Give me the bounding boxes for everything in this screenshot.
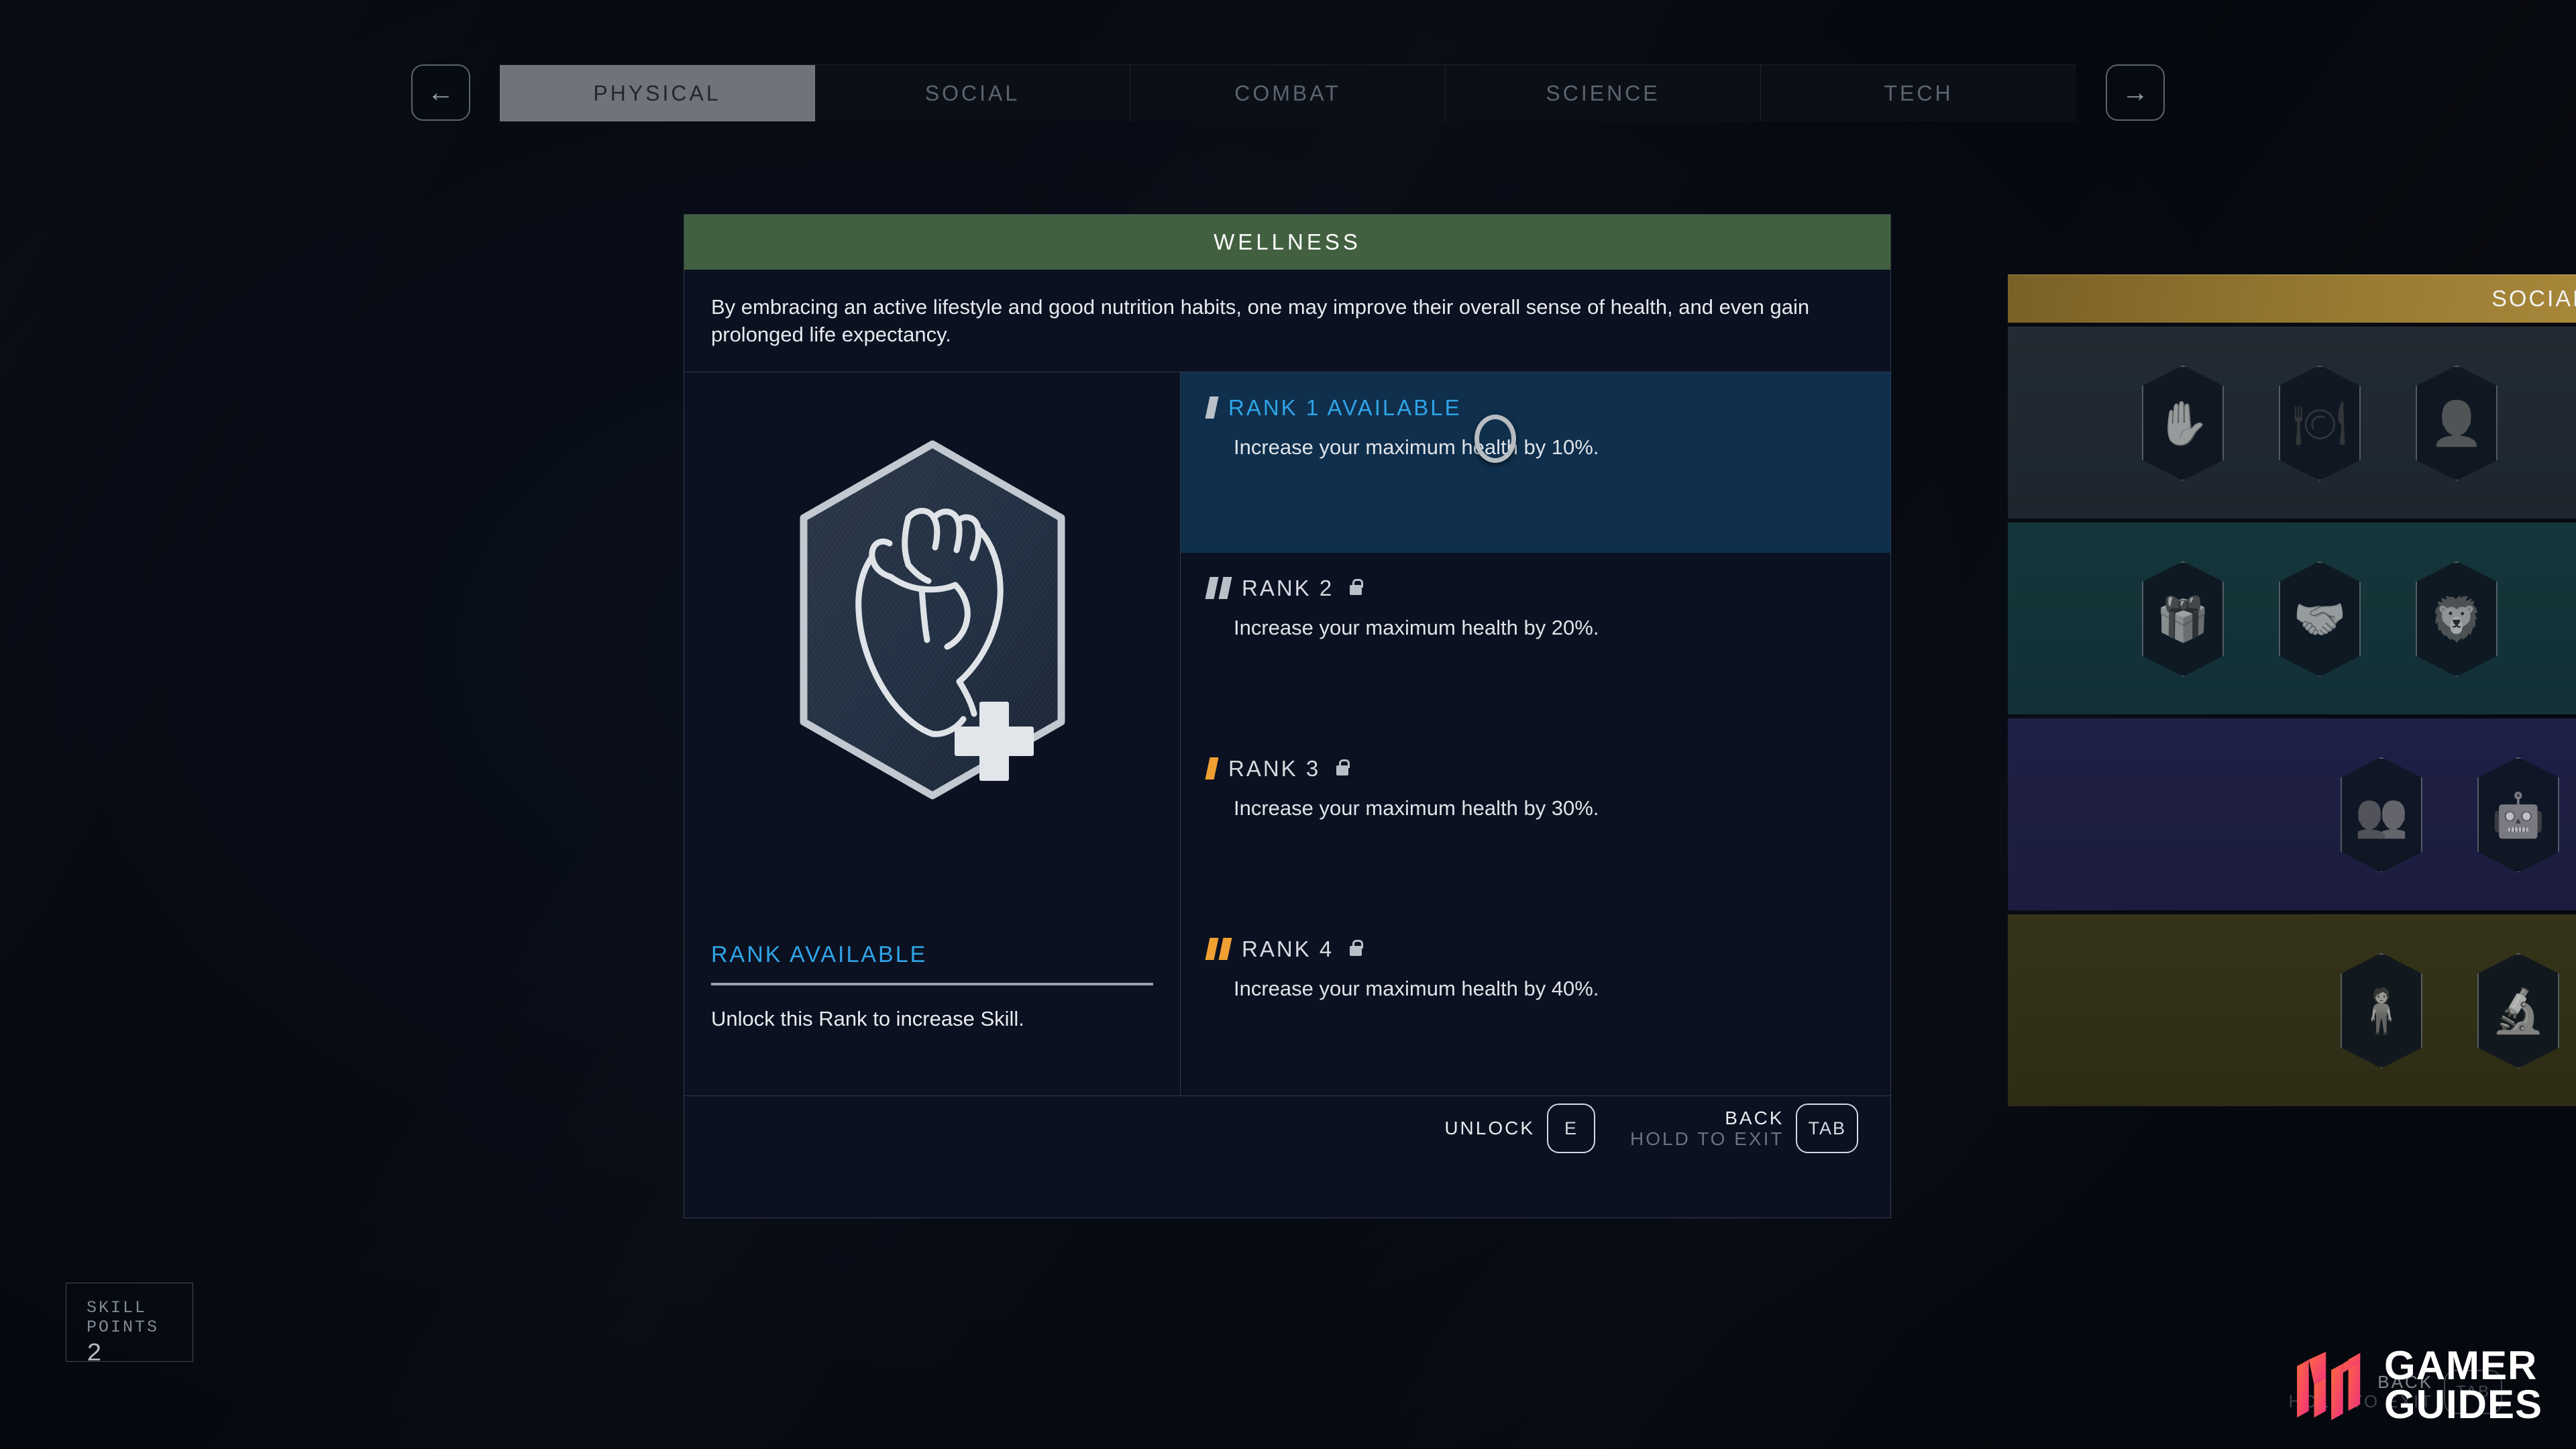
rank-label: RANK 1 AVAILABLE [1228,394,1462,420]
rank-description: Increase your maximum health by 10%. [1234,435,1599,459]
gamer-guides-watermark: GAMER GUIDES [2294,1322,2576,1449]
tab-science[interactable]: SCIENCE [1446,65,1761,121]
back-hint[interactable]: BACK HOLD TO EXIT TAB [1630,1104,1858,1154]
skill-description: By embracing an active lifestyle and goo… [684,270,1890,372]
next-category-glyph: → [2122,78,2149,107]
rank-description: Increase your maximum health by 30%. [1234,796,1599,820]
arrow-left-icon[interactable]: ← [411,64,470,121]
rank-header: RANK 4 [1205,936,1864,962]
rank-label: RANK 2 [1242,575,1334,600]
crowd-leader-icon[interactable]: 👥 [2341,757,2422,873]
skill-points-value: 2 [87,1340,102,1368]
puppet-marionette-icon[interactable]: 🧍 [2341,953,2422,1069]
rank-bars-icon [1205,938,1232,961]
skill-badge-container [684,372,1180,942]
face-persuasion-icon[interactable]: 👤 [2416,365,2498,481]
unlock-hint[interactable]: UNLOCK E [1444,1104,1596,1154]
panel-footer: UNLOCK E BACK HOLD TO EXIT TAB [684,1095,1890,1161]
skill-name-header: WELLNESS [684,215,1890,270]
rank-header: RANK 3 [1205,755,1864,782]
arrow-right-icon[interactable]: → [2106,64,2165,121]
skill-detail-panel: WELLNESS By embracing an active lifestyl… [684,214,1891,1218]
food-plate-hand-icon[interactable]: 🍽 [2279,365,2361,481]
skill-left-column: RANK AVAILABLE Unlock this Rank to incre… [684,372,1181,1095]
lock-icon [1350,579,1364,596]
rank-bars-icon [1205,757,1219,780]
rank-status-title: RANK AVAILABLE [711,941,928,967]
background-skill-row: ✋ 🍽 👤 [2008,327,2576,519]
tab-label: SOCIAL [924,80,1020,105]
background-category-header: SOCIAL [2008,274,2576,323]
money-gift-exchange-icon[interactable]: 🎁 [2142,561,2224,677]
background-skill-row: 👥 🤖 [2008,718,2576,910]
tab-combat[interactable]: COMBAT [1130,65,1446,121]
handshake-space-icon[interactable]: 🤝 [2279,561,2361,677]
robot-squad-icon[interactable]: 🤖 [2477,757,2559,873]
lock-icon [1336,759,1350,776]
background-category-label: SOCIAL [2491,286,2576,312]
rank-status-block: RANK AVAILABLE Unlock this Rank to incre… [684,942,1180,1031]
unlock-label: UNLOCK [1444,1118,1536,1139]
tab-label: PHYSICAL [593,80,721,105]
tab-social[interactable]: SOCIAL [815,65,1130,121]
game-screen: SOCIAL ✋ 🍽 👤 🎁 🤝 🦁 👥 🤖 🧍 🔬 ← PHYSICAL [0,0,2576,1449]
back-hold-label: HOLD TO EXIT [1630,1128,1784,1150]
coin-flip-hand-icon[interactable]: ✋ [2142,365,2224,481]
rank-description: Increase your maximum health by 20%. [1234,615,1599,639]
back-label-stack: BACK HOLD TO EXIT [1630,1108,1784,1150]
category-tab-bar: ← PHYSICAL SOCIAL COMBAT SCIENCE TECH → [0,64,2576,121]
rank-label: RANK 4 [1242,936,1334,961]
skill-body: RANK AVAILABLE Unlock this Rank to incre… [684,372,1890,1095]
rank-list: RANK 1 AVAILABLE Increase your maximum h… [1181,372,1890,1095]
tab-tech[interactable]: TECH [1761,65,2076,121]
tab-label: SCIENCE [1546,80,1660,105]
unlock-keycap[interactable]: E [1547,1104,1596,1154]
rank-header: RANK 1 AVAILABLE [1205,394,1864,421]
rank-description: Increase your maximum health by 40%. [1234,976,1599,1000]
watermark-line-1: GAMER [2384,1342,2538,1388]
watermark-line-2: GUIDES [2384,1382,2543,1427]
rank-row-4[interactable]: RANK 4 Increase your maximum health by 4… [1181,914,1890,1094]
rank-row-2[interactable]: RANK 2 Increase your maximum health by 2… [1181,553,1890,733]
back-label: BACK [1725,1107,1784,1128]
skill-points-label: SKILL POINTS [87,1298,160,1337]
lock-icon [1350,940,1364,957]
rank-status-subtitle: Unlock this Rank to increase Skill. [711,1006,1024,1030]
rank-row-3[interactable]: RANK 3 Increase your maximum health by 3… [1181,733,1890,914]
background-skill-grid: SOCIAL ✋ 🍽 👤 🎁 🤝 🦁 👥 🤖 🧍 🔬 [2008,274,2576,1106]
tab-label: COMBAT [1234,80,1341,105]
rank-status-divider [711,982,1153,985]
skill-points-box: SKILL POINTS 2 [66,1283,193,1368]
rank-bars-icon [1205,396,1219,419]
background-skill-row: 🧍 🔬 [2008,914,2576,1106]
microscope-icon[interactable]: 🔬 [2477,953,2559,1069]
beast-roar-icon[interactable]: 🦁 [2416,561,2498,677]
background-skill-row: 🎁 🤝 🦁 [2008,523,2576,714]
gamer-guides-wordmark: GAMER GUIDES [2384,1342,2543,1427]
prev-category-glyph: ← [427,78,454,107]
anatomical-heart-medical-cross-patch-icon [790,439,1075,801]
rank-row-1[interactable]: RANK 1 AVAILABLE Increase your maximum h… [1181,372,1890,553]
rank-bars-icon [1205,577,1232,600]
category-tabs: PHYSICAL SOCIAL COMBAT SCIENCE TECH [500,64,2076,121]
gamer-guides-logo-icon [2297,1351,2361,1420]
rank-header: RANK 2 [1205,575,1864,601]
tab-label: TECH [1884,80,1953,105]
skill-name: WELLNESS [1214,229,1361,254]
back-keycap[interactable]: TAB [1796,1104,1858,1154]
rank-label: RANK 3 [1228,755,1321,781]
tab-physical[interactable]: PHYSICAL [500,65,815,121]
